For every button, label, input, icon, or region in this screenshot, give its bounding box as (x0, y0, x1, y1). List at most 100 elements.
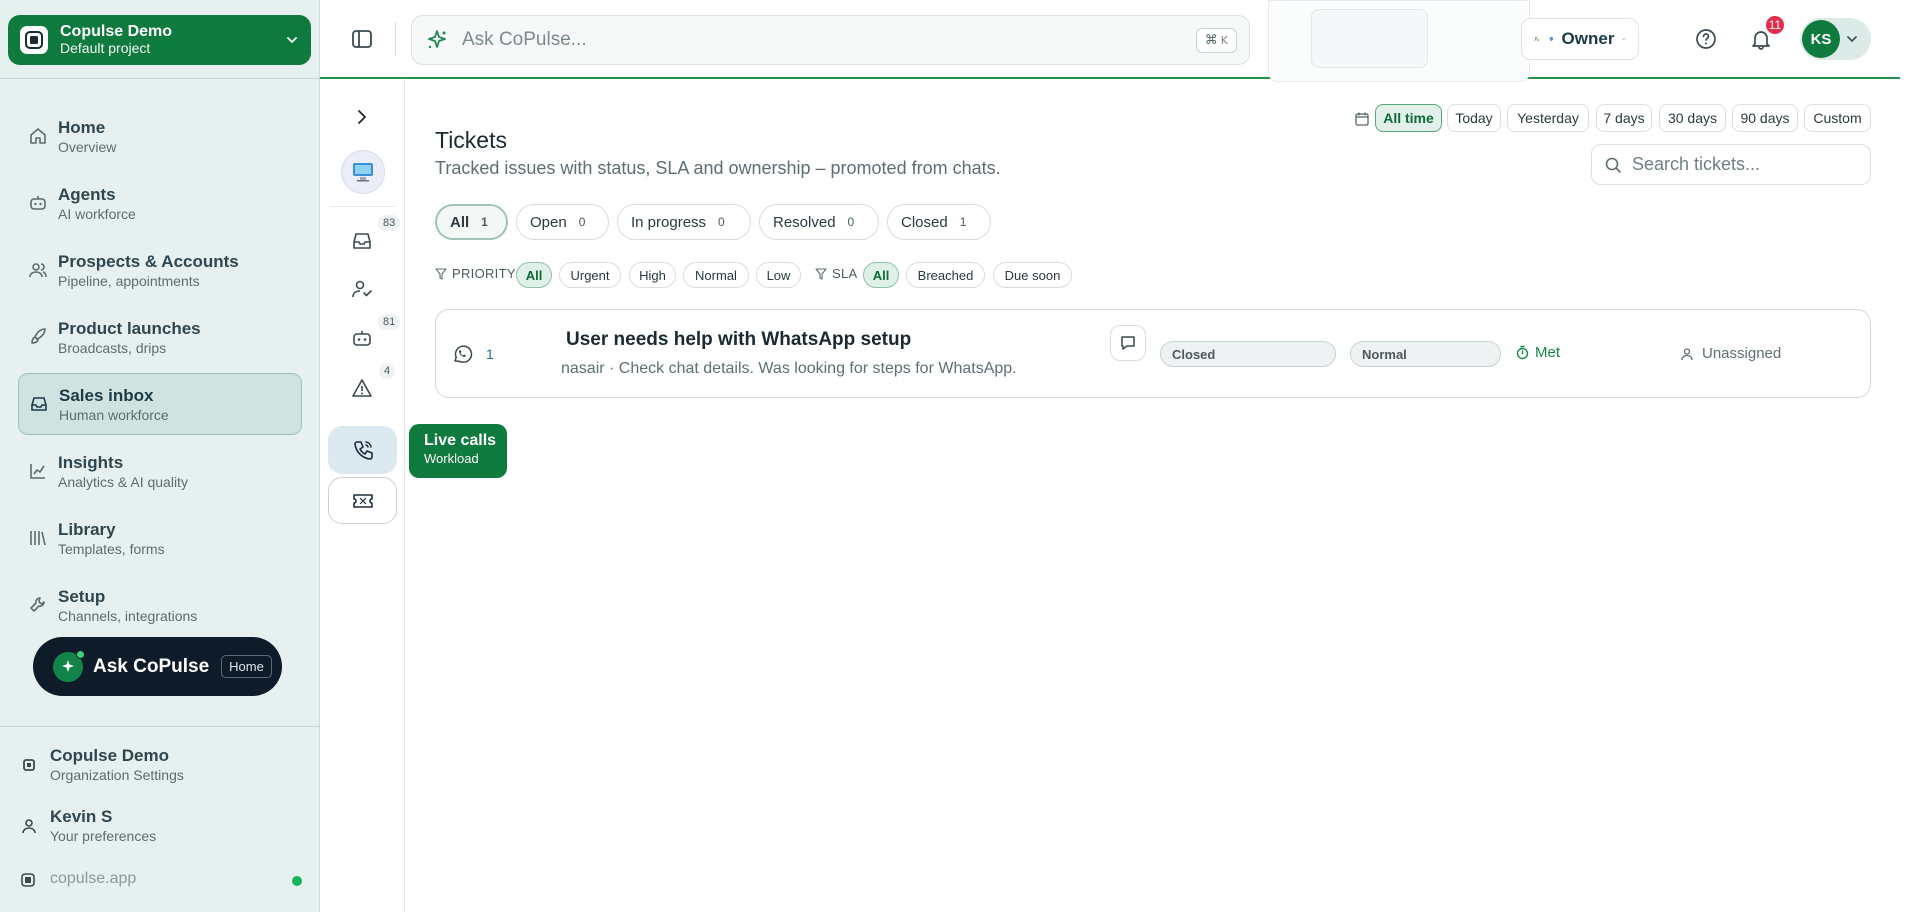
monitor-icon (353, 163, 373, 182)
date-range-custom[interactable]: Custom (1804, 104, 1871, 132)
status-tab-in-progress[interactable]: In progress 0 (617, 204, 751, 240)
ticket-row[interactable]: 1 User needs help with WhatsApp setup na… (435, 309, 1871, 398)
library-icon (30, 531, 46, 546)
chart-icon (30, 464, 45, 479)
sidebar-item-home[interactable]: Home Overview (18, 105, 302, 167)
app-icon (21, 873, 35, 887)
sidebar-item-title: Library (58, 519, 116, 539)
ticket-search-input[interactable] (1632, 154, 1852, 175)
priority-filter-high[interactable]: High (629, 262, 676, 288)
date-range-all-time[interactable]: All time (1375, 104, 1442, 132)
notification-count-badge: 11 (1764, 14, 1786, 36)
date-range-90-days[interactable]: 90 days (1732, 104, 1798, 132)
sidebar-item-title: Agents (58, 184, 116, 204)
sidebar-item-insights[interactable]: Insights Analytics & AI quality (18, 440, 302, 502)
status-tab-label: Resolved (773, 213, 836, 231)
status-tab-label: Closed (901, 213, 948, 231)
sla-filter-due-soon[interactable]: Due soon (993, 262, 1072, 288)
bot-icon (30, 196, 46, 210)
user-menu[interactable]: KS (1800, 18, 1871, 60)
sidebar-item-sales-inbox[interactable]: Sales inbox Human workforce (18, 373, 302, 435)
priority-filter-urgent[interactable]: Urgent (559, 262, 621, 288)
sidebar-toggle-icon[interactable] (350, 27, 374, 51)
date-range-today[interactable]: Today (1447, 104, 1501, 132)
sla-filter-breached[interactable]: Breached (906, 262, 985, 288)
user-preferences-link[interactable]: Kevin S Your preferences (20, 807, 156, 845)
open-chat-button[interactable] (1110, 325, 1146, 361)
sparkle-icon (53, 649, 85, 682)
sidebar-item-title: Setup (58, 586, 106, 606)
rail-divider (330, 206, 396, 207)
live-calls-button[interactable] (328, 426, 397, 474)
inbox-count-badge: 83 (378, 215, 401, 231)
app-domain[interactable]: copulse.app (50, 870, 136, 888)
status-tab-all[interactable]: All 1 (435, 204, 508, 240)
user-check-icon[interactable] (351, 278, 373, 300)
sidebar-divider (0, 726, 320, 727)
sidebar-item-title: Prospects & Accounts (58, 251, 239, 271)
ask-copulse-search[interactable]: ⌘K (411, 15, 1250, 65)
status-tab-label: Open (530, 213, 567, 231)
sidebar-item-setup[interactable]: Setup Channels, integrations (18, 574, 302, 636)
search-icon (1605, 157, 1621, 173)
shortcut-symbol: ⌘ (1204, 32, 1218, 48)
org-icon (23, 759, 35, 771)
organization-settings-link[interactable]: Copulse Demo Organization Settings (20, 746, 184, 784)
sidebar-item-title: Product launches (58, 318, 201, 338)
shortcut-key: K (1220, 33, 1228, 47)
status-tab-resolved[interactable]: Resolved 0 (759, 204, 879, 240)
help-icon[interactable] (1695, 28, 1717, 50)
status-tab-closed[interactable]: Closed 1 (887, 204, 991, 240)
project-logo (20, 26, 48, 54)
alert-triangle-icon[interactable] (351, 377, 373, 399)
date-range-30-days[interactable]: 30 days (1659, 104, 1726, 132)
monitor-button[interactable] (341, 150, 385, 194)
role-selector[interactable]: Owner (1521, 18, 1639, 60)
sidebar-item-library[interactable]: Library Templates, forms (18, 507, 302, 569)
main-sidebar: Copulse Demo Default project Home Overvie… (0, 0, 320, 912)
context-badge: Home (221, 655, 272, 678)
status-tab-label: In progress (631, 213, 707, 231)
sidebar-item-agents[interactable]: Agents AI workforce (18, 172, 302, 234)
status-tab-count: 0 (578, 215, 586, 229)
sidebar-item-product-launches[interactable]: Product launches Broadcasts, drips (18, 306, 302, 368)
date-range-7-days[interactable]: 7 days (1596, 104, 1652, 132)
sidebar-item-prospects[interactable]: Prospects & Accounts Pipeline, appointmen… (18, 239, 302, 301)
bot-icon[interactable] (351, 327, 373, 349)
inbox-icon[interactable] (351, 230, 373, 252)
role-label: Owner (1561, 29, 1615, 48)
ticket-status-select[interactable]: Closed (1160, 341, 1336, 367)
filter-icon (435, 267, 447, 280)
chevron-right-icon[interactable] (351, 106, 373, 128)
tickets-button[interactable] (328, 477, 397, 524)
project-switcher[interactable]: Copulse Demo Default project (8, 15, 311, 65)
sidebar-item-subtitle: Human workforce (59, 406, 169, 423)
user-settings-icon (1534, 36, 1539, 42)
priority-filter-low[interactable]: Low (756, 262, 801, 288)
avatar: KS (1802, 20, 1840, 58)
sla-label-text: SLA (832, 266, 858, 281)
status-tab-open[interactable]: Open 0 (516, 204, 609, 240)
sla-filter-all[interactable]: All (863, 262, 899, 288)
priority-label-text: PRIORITY (452, 266, 516, 281)
date-range-yesterday[interactable]: Yesterday (1507, 104, 1589, 132)
top-bar-accent-line (320, 77, 1900, 79)
sidebar-item-title: Home (58, 117, 106, 137)
chat-icon (1121, 336, 1135, 350)
user-icon (1681, 347, 1693, 360)
priority-filter-normal[interactable]: Normal (683, 262, 749, 288)
whatsapp-icon (454, 345, 473, 363)
ticket-priority-select[interactable]: Normal (1350, 341, 1501, 367)
status-tab-count: 1 (481, 215, 488, 229)
sidebar-item-subtitle: AI workforce (58, 205, 136, 222)
status-tab-count: 0 (847, 215, 855, 229)
ticket-assignee[interactable]: Unassigned (1680, 345, 1781, 362)
ask-copulse-input[interactable] (462, 29, 1196, 51)
connection-status-dot (292, 876, 302, 886)
ticket-search[interactable] (1591, 144, 1871, 185)
rocket-icon (31, 328, 46, 344)
inbox-icon (31, 397, 47, 411)
priority-filter-all[interactable]: All (516, 262, 552, 288)
users-icon (29, 263, 47, 278)
ask-copulse-button[interactable]: Ask CoPulse Home (33, 637, 282, 696)
